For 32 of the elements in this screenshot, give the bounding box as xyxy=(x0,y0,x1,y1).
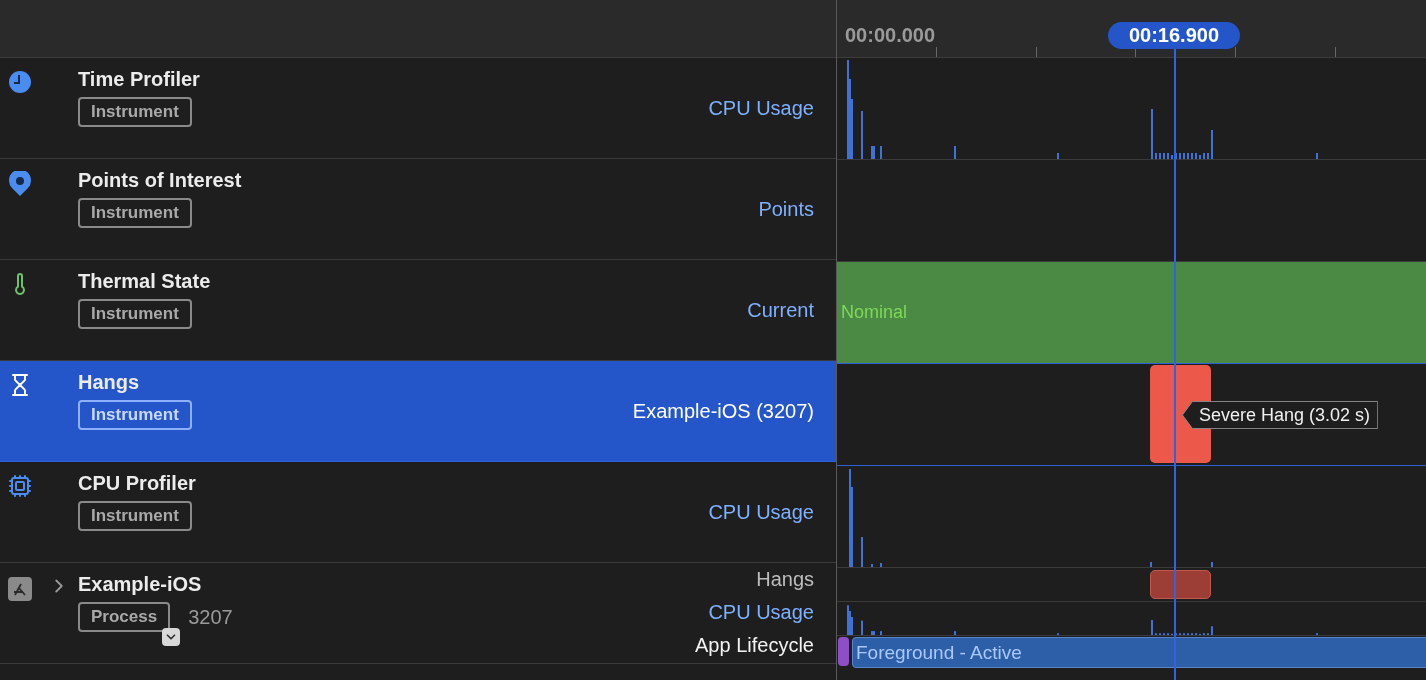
instrument-tag: Instrument xyxy=(78,97,192,127)
track-detail: Current xyxy=(747,298,814,322)
playhead-time[interactable]: 00:16.900 xyxy=(1108,22,1240,49)
track-title: CPU Profiler xyxy=(78,472,196,495)
track-detail: Example-iOS (3207) xyxy=(632,399,814,423)
track-title: Points of Interest xyxy=(78,169,242,192)
lifecycle-segment[interactable]: Foreground - Active xyxy=(852,637,1426,668)
hang-tooltip: Severe Hang (3.02 s) xyxy=(1182,401,1379,429)
clock-icon xyxy=(8,70,32,94)
lane-label: App Lifecycle xyxy=(695,633,814,658)
track-detail: CPU Usage xyxy=(708,96,814,120)
process-id: 3207 xyxy=(188,605,233,629)
track-detail: CPU Usage xyxy=(708,500,814,524)
instrument-tag: Instrument xyxy=(78,501,192,531)
start-time: 00:00.000 xyxy=(845,24,936,47)
track-title: Hangs xyxy=(78,371,140,394)
process-title: Example-iOS xyxy=(78,573,202,596)
track-title: Thermal State xyxy=(78,270,211,293)
lane-label: Hangs xyxy=(756,567,814,592)
instrument-tag: Instrument xyxy=(78,198,192,228)
dropdown-button[interactable] xyxy=(162,628,180,646)
instrument-track[interactable]: Hangs Instrument Example-iOS (3207) xyxy=(0,361,836,462)
track-detail: Points xyxy=(758,197,814,221)
lane-label: CPU Usage xyxy=(708,600,814,625)
track-title: Time Profiler xyxy=(78,68,200,91)
pin-icon xyxy=(8,171,32,197)
state-label: Nominal xyxy=(841,302,908,323)
instrument-tag: Instrument xyxy=(78,299,192,329)
instrument-tag: Instrument xyxy=(78,400,192,430)
launch-segment[interactable] xyxy=(838,637,849,666)
app-icon xyxy=(8,577,32,601)
chip-icon xyxy=(8,474,32,498)
